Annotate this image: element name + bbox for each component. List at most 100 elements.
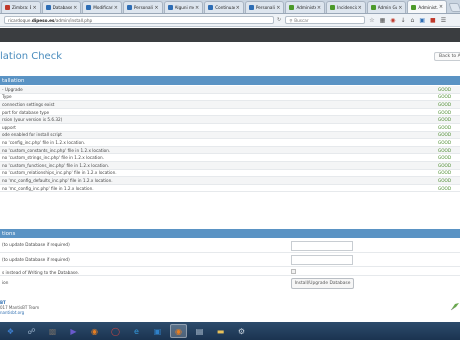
- address-bar[interactable]: ricardoque. dipeso.es/admin/install.php: [4, 16, 274, 24]
- tab-close-icon[interactable]: ×: [73, 5, 77, 11]
- print-sql-checkbox[interactable]: [291, 269, 296, 274]
- tab-close-icon[interactable]: ×: [114, 5, 118, 11]
- extension-icon[interactable]: ▣: [419, 17, 425, 24]
- tab-close-icon[interactable]: ×: [236, 5, 240, 11]
- check-label: connection settings exist: [2, 101, 55, 107]
- check-row: no 'mc_config_defaults_inc.php' file in …: [0, 177, 460, 185]
- admin-password-label: (to update Database if required): [2, 257, 70, 262]
- tab-close-icon[interactable]: ×: [195, 5, 199, 11]
- browser-tab-strip: Zimbra: Bandi...×Database de...×Modifica…: [0, 0, 460, 14]
- tab-close-icon[interactable]: ×: [398, 5, 402, 11]
- tab-label: Continuaco' d...: [215, 5, 235, 10]
- firefox-active-icon[interactable]: ◉: [170, 324, 187, 338]
- browser-tab[interactable]: Personalize I...×: [244, 1, 285, 13]
- browser-tab[interactable]: Continuaco' d...×: [204, 1, 244, 13]
- firefox-icon[interactable]: ◉: [86, 324, 103, 338]
- check-status: GOOD: [438, 132, 452, 138]
- option-row-admin-password: (to update Database if required): [0, 253, 460, 267]
- installation-section-header: tallation: [0, 76, 460, 85]
- tab-favicon-icon: [411, 4, 417, 10]
- check-status: GOOD: [438, 170, 452, 176]
- check-label: no 'config_inc.php' file in 1.2.x locati…: [2, 139, 86, 145]
- option-row-print-sql: s instead of Writing to the Database.: [0, 267, 460, 276]
- search-box[interactable]: ⚲ Buscar: [285, 16, 366, 24]
- tab-close-icon[interactable]: ×: [358, 5, 362, 11]
- check-label: no 'mc_config_inc.php' file in 1.2.x loc…: [2, 185, 94, 191]
- browser-tab[interactable]: Personalizzat...×: [122, 1, 163, 13]
- start-icon[interactable]: ❖: [2, 324, 19, 338]
- reload-icon[interactable]: ↻: [277, 17, 281, 23]
- check-label: - Upgrade: [2, 86, 23, 92]
- reading-list-icon[interactable]: ▦: [380, 17, 386, 24]
- options-section-header: tions: [0, 229, 460, 238]
- check-status: GOOD: [438, 177, 452, 183]
- check-status: GOOD: [438, 155, 452, 161]
- folder-icon[interactable]: ▬: [212, 324, 229, 338]
- chrome-icon[interactable]: ◯: [107, 324, 124, 338]
- back-to-admin-button[interactable]: Back to Ad: [434, 52, 460, 61]
- browser-tab[interactable]: Alguni metet...×: [163, 1, 204, 13]
- tab-favicon-icon: [370, 5, 376, 10]
- browser-tab[interactable]: Admin Guide×: [366, 1, 407, 13]
- browser-tab[interactable]: Administ...×: [407, 0, 448, 13]
- option-row-admin-user: (to update Database if required): [0, 239, 460, 253]
- bookmark-star-icon[interactable]: ☆: [369, 17, 374, 24]
- tab-label: Zimbra: Bandi...: [12, 5, 31, 10]
- pocket-icon[interactable]: ◉: [390, 17, 395, 24]
- menu-icon[interactable]: ☰: [441, 17, 446, 24]
- settings-icon[interactable]: ⚙: [233, 324, 250, 338]
- ie-icon[interactable]: e: [128, 324, 145, 338]
- search-placeholder: Buscar: [294, 17, 309, 23]
- browser-tab[interactable]: Incidencias (d...×: [326, 1, 366, 13]
- media-icon[interactable]: ▶: [65, 324, 82, 338]
- check-status: GOOD: [438, 94, 452, 100]
- browser-tab[interactable]: Zimbra: Bandi...×: [1, 1, 41, 13]
- admin-password-input[interactable]: [291, 255, 353, 265]
- browser-tab[interactable]: Database de...×: [41, 1, 82, 13]
- tab-close-icon[interactable]: ×: [154, 5, 158, 11]
- tab-favicon-icon: [208, 5, 214, 10]
- check-label: ode enabled for install script: [2, 132, 62, 138]
- store-icon[interactable]: ▣: [149, 324, 166, 338]
- download-icon[interactable]: ↓: [401, 17, 406, 24]
- footer-link[interactable]: nantisbt.org: [0, 310, 39, 315]
- url-host: dipeso.es: [31, 17, 55, 23]
- explorer-icon[interactable]: ☍: [23, 324, 40, 338]
- url-path: /admin/install.php: [54, 17, 93, 23]
- check-status: GOOD: [438, 147, 452, 153]
- tab-label: Personalizzat...: [133, 5, 153, 10]
- check-status: GOOD: [438, 124, 452, 130]
- notepad-icon[interactable]: ▤: [191, 324, 208, 338]
- admin-user-label: (to update Database if required): [2, 242, 70, 247]
- tab-label: Administ...: [418, 4, 437, 10]
- check-row: ode enabled for install script GOOD: [0, 131, 460, 140]
- tab-close-icon[interactable]: ×: [439, 4, 443, 10]
- browser-tab[interactable]: Administer C...×: [285, 1, 326, 13]
- check-row: no 'config_inc.php' file in 1.2.x locati…: [0, 139, 460, 147]
- home-icon[interactable]: ⌂: [411, 17, 415, 24]
- check-row: no 'mc_config_inc.php' file in 1.2.x loc…: [0, 185, 460, 193]
- mantis-logo-icon: [450, 303, 459, 311]
- addon-icon[interactable]: ■: [430, 17, 436, 24]
- browser-tab[interactable]: Modificarit ta...×: [82, 1, 122, 13]
- cmd-icon[interactable]: ▩: [44, 324, 61, 338]
- check-status: GOOD: [438, 117, 452, 123]
- check-row: no 'custom_relationships_inc.php' file i…: [0, 170, 460, 178]
- admin-user-input[interactable]: [291, 241, 353, 251]
- check-label: upport: [2, 124, 16, 130]
- check-row: no 'custom_functions_inc.php' file in 1.…: [0, 161, 460, 170]
- check-status: GOOD: [438, 101, 452, 107]
- install-upgrade-database-button[interactable]: Install/Upgrade Database: [291, 278, 354, 289]
- check-label: Type: [2, 94, 12, 100]
- check-label: no 'mc_config_defaults_inc.php' file in …: [2, 177, 113, 183]
- check-label: no 'custom_constants_inc.php' file in 1.…: [2, 147, 111, 153]
- tab-close-icon[interactable]: ×: [32, 5, 36, 11]
- tab-close-icon[interactable]: ×: [276, 5, 280, 11]
- tab-favicon-icon: [167, 5, 173, 10]
- check-status: GOOD: [438, 162, 452, 168]
- check-row: connection settings exist GOOD: [0, 101, 460, 109]
- tab-close-icon[interactable]: ×: [317, 5, 321, 11]
- check-row: upport GOOD: [0, 124, 460, 132]
- check-label: no 'custom_functions_inc.php' file in 1.…: [2, 162, 110, 168]
- new-tab-button[interactable]: [448, 3, 460, 12]
